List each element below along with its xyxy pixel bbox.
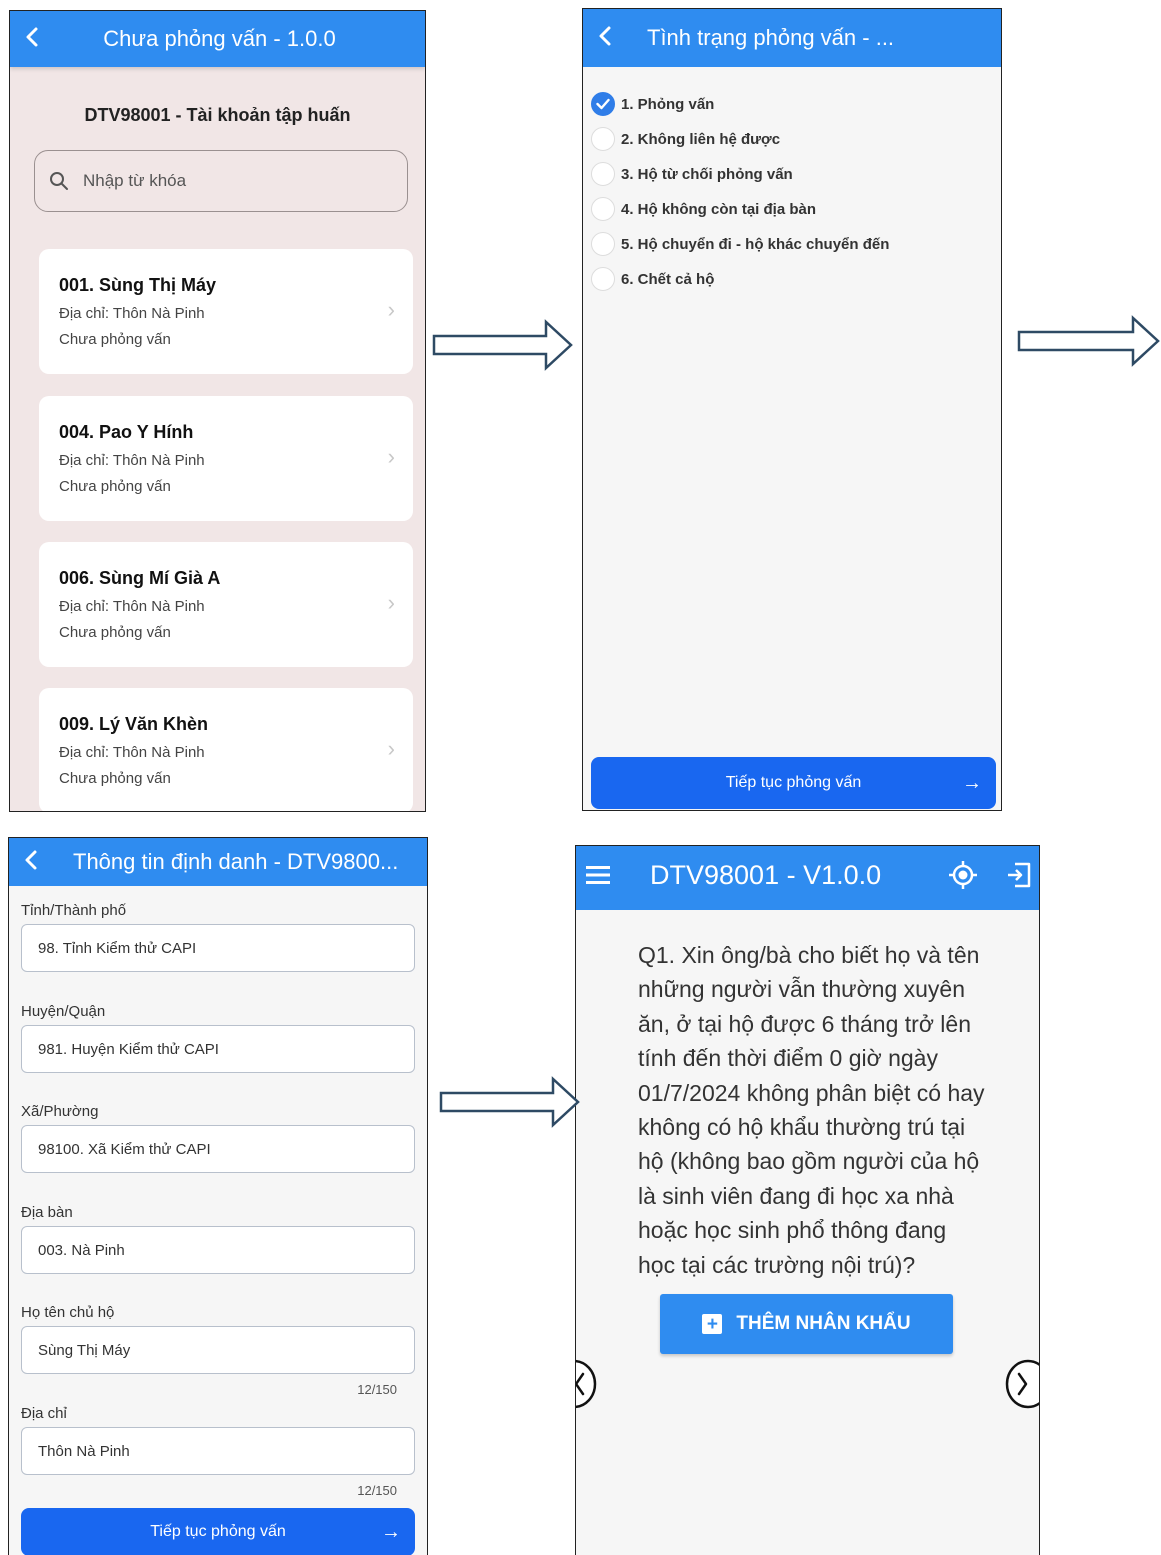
app-bar: Tình trạng phỏng vấn - ...	[583, 9, 1001, 67]
field-label-province: Tỉnh/Thành phố	[21, 902, 127, 919]
add-member-button[interactable]: + THÊM NHÂN KHẨU	[660, 1294, 953, 1354]
status-option[interactable]: 6. Chết cả hộ	[591, 267, 714, 291]
field-label-commune: Xã/Phường	[21, 1103, 99, 1120]
household-address: Địa chỉ: Thôn Nà Pinh	[59, 452, 205, 469]
account-label: DTV98001 - Tài khoản tập huấn	[84, 105, 351, 125]
household-address: Địa chỉ: Thôn Nà Pinh	[59, 598, 205, 615]
household-address: Địa chỉ: Thôn Nà Pinh	[59, 744, 205, 761]
province-field[interactable]: 98. Tỉnh Kiểm thử CAPI	[21, 924, 415, 972]
chevron-left-icon	[26, 27, 38, 47]
field-label-address: Địa chỉ	[21, 1405, 67, 1422]
chevron-right-icon: ›	[387, 590, 395, 615]
household-card[interactable]: 009. Lý Văn Khèn Địa chỉ: Thôn Nà Pinh C…	[39, 688, 413, 811]
app-bar: DTV98001 - V1.0.0	[576, 846, 1039, 910]
question-text: Q1. Xin ông/bà cho biết họ và tên những …	[638, 942, 985, 1278]
identity-info-screen: Thông tin định danh - DTV9800... Tỉnh/Th…	[8, 837, 428, 1555]
back-button[interactable]	[583, 25, 627, 51]
status-option[interactable]: 3. Hộ từ chối phỏng vấn	[591, 162, 793, 186]
household-status: Chưa phỏng vấn	[59, 478, 171, 495]
flow-arrow-icon	[432, 319, 573, 371]
status-option[interactable]: 1. Phỏng vấn	[591, 92, 714, 116]
option-label: 3. Hộ từ chối phỏng vấn	[621, 165, 793, 183]
chevron-right-icon: ›	[387, 297, 395, 322]
household-card[interactable]: 001. Sùng Thị Máy Địa chỉ: Thôn Nà Pinh …	[39, 249, 413, 374]
option-label: 5. Hộ chuyển đi - hộ khác chuyển đến	[621, 235, 890, 253]
status-option[interactable]: 2. Không liên hệ được	[591, 127, 780, 151]
household-status: Chưa phỏng vấn	[59, 331, 171, 348]
chevron-left-icon	[599, 26, 611, 46]
check-icon	[596, 98, 610, 110]
field-value: Sùng Thị Máy	[38, 1341, 131, 1359]
address-field[interactable]: Thôn Nà Pinh	[21, 1427, 415, 1475]
radio-button[interactable]	[591, 197, 615, 221]
household-name: 006. Sùng Mí Già A	[59, 568, 221, 588]
continue-label: Tiếp tục phỏng vấn	[150, 1523, 286, 1540]
page-title: Chưa phỏng vấn - 1.0.0	[103, 26, 336, 51]
chevron-right-icon: ›	[387, 736, 395, 761]
search-placeholder: Nhập từ khóa	[83, 171, 187, 190]
back-button[interactable]	[9, 849, 53, 875]
continue-interview-button[interactable]: Tiếp tục phỏng vấn →	[591, 757, 996, 809]
question-screen: DTV98001 - V1.0.0 Q1. Xin ông/bà cho biế…	[575, 845, 1040, 1555]
app-bar: Chưa phỏng vấn - 1.0.0	[10, 11, 425, 67]
search-input[interactable]: Nhập từ khóa	[34, 150, 408, 212]
option-label: 2. Không liên hệ được	[621, 130, 781, 148]
option-label: 6. Chết cả hộ	[621, 270, 715, 288]
area-field[interactable]: 003. Nà Pinh	[21, 1226, 415, 1274]
page-title: DTV98001 - V1.0.0	[650, 860, 882, 890]
app-bar: Thông tin định danh - DTV9800...	[9, 838, 427, 886]
field-label-district: Huyện/Quận	[21, 1003, 106, 1020]
status-option[interactable]: 4. Hộ không còn tại địa bàn	[591, 197, 816, 221]
household-address: Địa chỉ: Thôn Nà Pinh	[59, 305, 205, 322]
field-label-head-name: Họ tên chủ hộ	[21, 1304, 115, 1321]
household-status: Chưa phỏng vấn	[59, 624, 171, 641]
household-status: Chưa phỏng vấn	[59, 770, 171, 787]
status-option[interactable]: 5. Hộ chuyển đi - hộ khác chuyển đến	[591, 232, 889, 256]
logout-icon[interactable]	[1006, 861, 1032, 889]
page-title: Tình trạng phỏng vấn - ...	[647, 25, 895, 50]
field-value: 98. Tỉnh Kiểm thử CAPI	[38, 939, 197, 957]
arrow-right-icon: →	[381, 1520, 401, 1543]
household-card[interactable]: 004. Pao Y Hính Địa chỉ: Thôn Nà Pinh Ch…	[39, 396, 413, 521]
radio-button[interactable]	[591, 162, 615, 186]
search-icon	[50, 172, 68, 190]
commune-field[interactable]: 98100. Xã Kiểm thử CAPI	[21, 1125, 415, 1173]
previous-button[interactable]	[575, 1358, 598, 1410]
char-counter: 12/150	[357, 1382, 397, 1397]
flow-arrow-icon	[439, 1076, 580, 1128]
back-button[interactable]	[10, 26, 54, 52]
household-name: 004. Pao Y Hính	[59, 422, 194, 442]
add-member-label: THÊM NHÂN KHẨU	[736, 1313, 911, 1334]
arrow-right-icon: →	[962, 771, 982, 794]
char-counter: 12/150	[357, 1483, 397, 1498]
household-name: 001. Sùng Thị Máy	[59, 275, 217, 295]
radio-button[interactable]	[591, 127, 615, 151]
chevron-right-icon: ›	[387, 444, 395, 469]
household-card[interactable]: 006. Sùng Mí Già A Địa chỉ: Thôn Nà Pinh…	[39, 542, 413, 667]
radio-button[interactable]	[591, 92, 615, 116]
household-list-screen: Chưa phỏng vấn - 1.0.0 DTV98001 - Tài kh…	[9, 10, 426, 812]
page-title: Thông tin định danh - DTV9800...	[73, 849, 399, 874]
radio-button[interactable]	[591, 267, 615, 291]
plus-icon: +	[702, 1314, 723, 1334]
menu-icon[interactable]	[586, 864, 610, 886]
option-label: 4. Hộ không còn tại địa bàn	[621, 200, 817, 218]
radio-button[interactable]	[591, 232, 615, 256]
continue-label: Tiếp tục phỏng vấn	[725, 774, 862, 791]
field-label-area: Địa bàn	[21, 1204, 73, 1221]
flow-arrow-icon	[1017, 315, 1160, 367]
field-value: 003. Nà Pinh	[38, 1241, 125, 1259]
household-name: 009. Lý Văn Khèn	[59, 714, 209, 734]
field-value: 981. Huyện Kiểm thử CAPI	[38, 1040, 219, 1058]
field-value: Thôn Nà Pinh	[38, 1442, 130, 1460]
continue-interview-button[interactable]: Tiếp tục phỏng vấn →	[21, 1508, 415, 1555]
gps-target-icon[interactable]	[948, 860, 978, 890]
option-label: 1. Phỏng vấn	[621, 95, 715, 113]
next-button[interactable]	[1004, 1358, 1040, 1410]
field-value: 98100. Xã Kiểm thử CAPI	[38, 1140, 211, 1158]
district-field[interactable]: 981. Huyện Kiểm thử CAPI	[21, 1025, 415, 1073]
chevron-left-icon	[25, 850, 37, 870]
interview-status-screen: Tình trạng phỏng vấn - ... 1. Phỏng vấn …	[582, 8, 1002, 811]
head-name-field[interactable]: Sùng Thị Máy	[21, 1326, 415, 1374]
